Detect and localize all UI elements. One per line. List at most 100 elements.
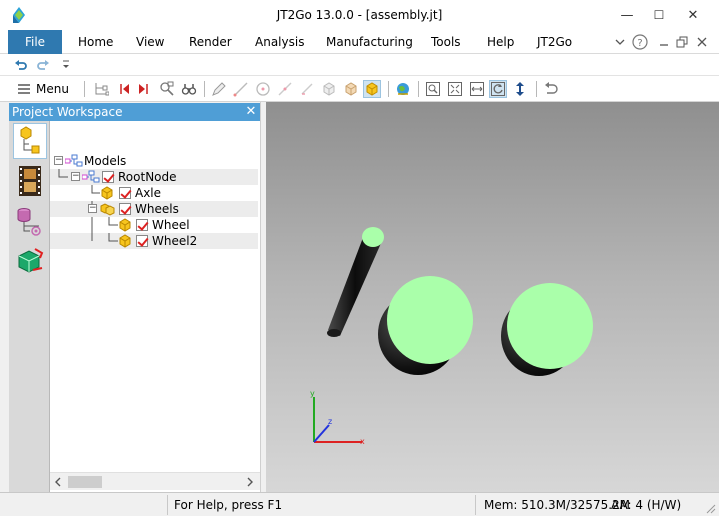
binoculars-icon[interactable]	[180, 80, 198, 98]
markup-icon[interactable]	[210, 80, 228, 98]
tab-manufacturing[interactable]: Manufacturing	[326, 35, 413, 49]
part-icon	[119, 234, 131, 248]
menu-label: Menu	[36, 82, 69, 96]
part-open-icon[interactable]	[342, 80, 360, 98]
fit-all-icon[interactable]	[446, 80, 464, 98]
undo-icon[interactable]	[14, 58, 28, 72]
pan-icon[interactable]	[468, 80, 486, 98]
status-memory: Mem: 510.3M/32575.2M	[484, 498, 631, 512]
3d-viewport[interactable]: y z x	[266, 102, 719, 492]
visibility-checkbox[interactable]	[136, 219, 148, 231]
database-tab[interactable]	[13, 203, 47, 239]
tree-row-wheel2[interactable]: Wheel2	[50, 233, 258, 249]
model-group-icon	[65, 154, 83, 167]
tree-horizontal-scrollbar[interactable]	[50, 472, 260, 490]
tab-render[interactable]: Render	[189, 35, 232, 49]
tree-label: Models	[84, 154, 127, 168]
globe-icon[interactable]	[394, 80, 412, 98]
scroll-thumb[interactable]	[68, 476, 102, 488]
status-help-text: For Help, press F1	[174, 498, 283, 512]
reset-view-icon[interactable]	[542, 80, 560, 98]
visibility-checkbox[interactable]	[119, 203, 131, 215]
collapse-icon[interactable]: −	[54, 156, 63, 165]
part-icon	[101, 186, 113, 200]
tree-label: Wheel2	[152, 234, 198, 248]
status-bar: For Help, press F1 Mem: 510.3M/32575.2M …	[0, 492, 719, 516]
collapse-icon[interactable]: −	[88, 204, 97, 213]
workspace-close-button[interactable]: ✕	[243, 103, 259, 121]
tab-analysis[interactable]: Analysis	[255, 35, 304, 49]
zoom-box-icon[interactable]	[158, 80, 176, 98]
part-solid-icon[interactable]	[363, 80, 381, 98]
menu-button[interactable]: Menu	[18, 80, 69, 98]
workspace-sidebar	[9, 121, 50, 492]
minimize-button[interactable]: —	[610, 4, 644, 26]
wheel-part[interactable]	[378, 276, 473, 375]
doc-restore-icon[interactable]	[674, 34, 690, 50]
tree-connector	[91, 217, 118, 233]
axis-triad: y z x	[310, 389, 365, 446]
model-tree-tab[interactable]	[13, 123, 47, 159]
quick-access-toolbar	[0, 54, 719, 76]
rotate-icon[interactable]	[489, 80, 507, 98]
measure-angle-icon[interactable]	[298, 80, 316, 98]
tree-connector	[58, 169, 68, 178]
doc-close-icon[interactable]	[694, 34, 710, 50]
maximize-button[interactable]: ☐	[642, 4, 676, 26]
axis-x-label: x	[360, 437, 365, 446]
scroll-left-icon[interactable]	[54, 477, 62, 487]
tree-row-wheel[interactable]: Wheel	[50, 217, 258, 233]
tree-row-wheels[interactable]: − Wheels	[50, 201, 258, 217]
tree-row-rootnode[interactable]: − RootNode	[50, 169, 258, 185]
tab-help[interactable]: Help	[487, 35, 514, 49]
animation-tab[interactable]	[13, 163, 47, 199]
zoom-vertical-icon[interactable]	[511, 80, 529, 98]
visibility-checkbox[interactable]	[136, 235, 148, 247]
resize-grip-icon[interactable]	[704, 502, 716, 514]
ribbon-collapse-icon[interactable]	[612, 34, 628, 50]
file-tab[interactable]: File	[8, 30, 62, 54]
tree-label: Wheel	[152, 218, 190, 232]
part-box-icon[interactable]	[320, 80, 338, 98]
tree-label: Wheels	[135, 202, 179, 216]
tab-jt2go[interactable]: JT2Go	[537, 35, 572, 49]
axle-part[interactable]	[327, 227, 384, 337]
toolbar-separator	[388, 81, 389, 97]
customize-qat-icon[interactable]	[60, 58, 72, 72]
measure-circle-icon[interactable]	[254, 80, 272, 98]
measure-distance-icon[interactable]	[276, 80, 294, 98]
axis-z-label: z	[328, 417, 332, 426]
visibility-checkbox[interactable]	[102, 171, 114, 183]
scroll-right-icon[interactable]	[246, 477, 254, 487]
toolbar-separator	[84, 81, 85, 97]
status-separator	[475, 495, 476, 515]
wheel2-part[interactable]	[501, 283, 593, 376]
zoom-window-icon[interactable]	[424, 80, 442, 98]
tab-tools[interactable]: Tools	[431, 35, 461, 49]
tree-label: Axle	[135, 186, 162, 200]
tree-row-axle[interactable]: Axle	[50, 185, 258, 201]
doc-minimize-icon[interactable]	[656, 34, 672, 50]
help-icon[interactable]: ?	[632, 34, 648, 50]
hamburger-icon	[18, 84, 30, 94]
redo-icon[interactable]	[36, 58, 50, 72]
pmi-tab[interactable]	[13, 243, 47, 279]
subassembly-icon	[100, 203, 115, 216]
next-step-icon[interactable]	[134, 80, 152, 98]
previous-step-icon[interactable]	[116, 80, 134, 98]
measure-line-icon[interactable]	[232, 80, 250, 98]
axis-y-label: y	[310, 389, 315, 398]
visibility-checkbox[interactable]	[119, 187, 131, 199]
workspace-title: Project Workspace	[9, 103, 260, 121]
collapse-icon[interactable]: −	[71, 172, 80, 181]
tree-structure-icon[interactable]	[92, 80, 110, 98]
tree-row-models[interactable]: − Models	[50, 153, 258, 169]
tree-connector	[91, 185, 100, 194]
tab-view[interactable]: View	[136, 35, 164, 49]
close-button[interactable]: ✕	[676, 4, 710, 26]
tab-home[interactable]: Home	[78, 35, 113, 49]
film-strip-icon	[19, 166, 41, 196]
status-separator	[167, 495, 168, 515]
svg-text:?: ?	[637, 38, 642, 49]
3d-scene: y z x	[310, 227, 593, 446]
